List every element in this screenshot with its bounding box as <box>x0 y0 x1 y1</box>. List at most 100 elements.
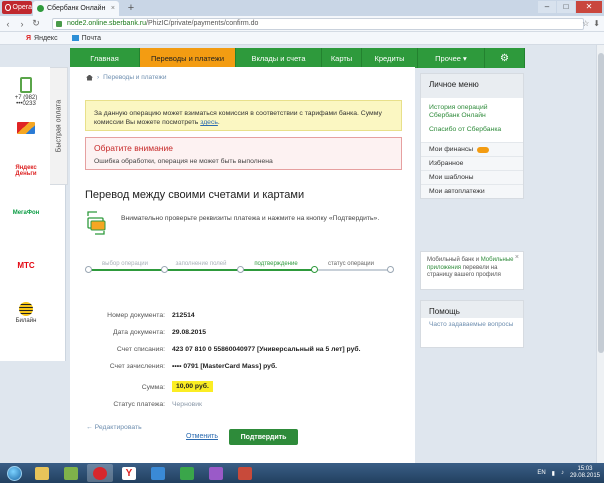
progress-steps: выбор операции заполнение полей подтверж… <box>85 261 395 281</box>
tab-close-icon[interactable]: × <box>111 5 115 12</box>
start-button[interactable] <box>2 464 26 482</box>
personal-menu-link[interactable]: Спасибо от Сбербанка <box>421 123 523 142</box>
windows-taskbar: Y EN ▮ ♪ 15:03 29.08.2015 <box>0 463 604 483</box>
url-path: /PhizIC/private/payments/confirm.do <box>146 20 259 27</box>
step-label: заполнение полей <box>175 261 227 267</box>
faq-link[interactable]: Часто задаваемые вопросы <box>421 318 523 332</box>
confirm-button[interactable]: Подтвердить <box>229 429 298 445</box>
minimize-button[interactable]: – <box>538 1 556 13</box>
personal-menu-item-label: Мои шаблоны <box>429 174 474 181</box>
yandex-money-label: Яндекс Деньги <box>15 165 37 177</box>
fast-pay-megafon[interactable]: МегаФон <box>6 210 46 216</box>
commission-notice: За данную операцию может взиматься комис… <box>85 100 402 131</box>
phone-icon <box>20 77 32 93</box>
nav-item-cards[interactable]: Карты <box>322 48 362 68</box>
address-field[interactable]: node2.online.sberbank.ru/PhizIC/private/… <box>52 18 584 30</box>
cancel-button[interactable]: Отменить <box>186 433 218 440</box>
volume-icon[interactable]: ♪ <box>561 470 564 476</box>
new-badge-icon <box>477 146 490 153</box>
instructions-text: Внимательно проверьте реквизиты платежа … <box>121 215 380 222</box>
mts-label: МТС <box>17 261 35 270</box>
tab-title: Сбербанк Онлайн <box>47 5 106 12</box>
bookmark-mail[interactable]: Почта <box>71 35 101 42</box>
fast-pay-tab[interactable]: Быстрая оплата <box>50 67 68 185</box>
main-content: › Переводы и платежи За данную операцию … <box>70 67 415 463</box>
nav-item-credits[interactable]: Кредиты <box>362 48 418 68</box>
secure-lock-icon <box>56 21 62 27</box>
opera-menu-button[interactable]: Opera <box>2 1 32 14</box>
personal-menu-item[interactable]: Мои автоплатежи <box>421 184 523 198</box>
address-bar-row: ‹ › ↻ node2.online.sberbank.ru/PhizIC/pr… <box>0 16 604 32</box>
personal-menu-link[interactable]: История операций Сбербанк Онлайн <box>421 98 523 123</box>
maximize-button[interactable]: □ <box>557 1 575 13</box>
breadcrumb-separator: › <box>97 74 100 81</box>
nav-item-transfers[interactable]: Переводы и платежи <box>140 48 236 68</box>
personal-menu-title: Личное меню <box>421 74 523 98</box>
address-bar-icons: ☆ ⬇ <box>582 19 600 28</box>
bookmarks-bar: Я Яндекс Почта <box>0 32 604 45</box>
folder-icon <box>35 466 49 480</box>
scrollbar-thumb[interactable] <box>598 53 604 353</box>
mail-icon <box>71 35 79 41</box>
url-domain: node2.online.sberbank.ru <box>67 20 147 27</box>
fast-pay-phone[interactable]: +7 (982) •••0233 <box>6 77 46 107</box>
gear-icon: ⚙ <box>500 52 509 64</box>
promo-close-icon[interactable]: × <box>515 254 519 262</box>
step-dot <box>387 266 394 273</box>
taskbar-opera[interactable] <box>87 464 113 482</box>
close-window-button[interactable]: ✕ <box>576 1 602 13</box>
promo-pre: Мобильный банк <box>427 257 475 263</box>
language-indicator[interactable]: EN <box>537 470 545 476</box>
taskbar-photos[interactable] <box>58 464 84 482</box>
fast-pay-cards[interactable] <box>6 122 46 134</box>
network-icon[interactable]: ▮ <box>552 470 555 477</box>
taskbar-app-green[interactable] <box>174 464 200 482</box>
nav-item-main[interactable]: Главная <box>70 48 140 68</box>
browser-titlebar: Opera Сбербанк Онлайн × + – □ ✕ <box>0 0 604 16</box>
taskbar-explorer[interactable] <box>29 464 55 482</box>
breadcrumb-link[interactable]: Переводы и платежи <box>103 74 166 81</box>
home-icon[interactable] <box>86 74 93 81</box>
right-sidebar: Личное меню История операций Сбербанк Он… <box>420 73 524 348</box>
page-viewport: +7 (982) •••0233 Яндекс Деньги МегаФон М… <box>0 45 604 463</box>
yandex-browser-icon: Y <box>122 466 136 480</box>
forward-icon[interactable]: › <box>18 19 26 29</box>
download-icon[interactable]: ⬇ <box>593 19 600 28</box>
main-navigation: Главная Переводы и платежи Вклады и счет… <box>70 48 525 68</box>
nav-item-other[interactable]: Прочее ▾ <box>418 48 485 68</box>
taskbar-app-red[interactable] <box>232 464 258 482</box>
bookmark-star-icon[interactable]: ☆ <box>582 19 589 28</box>
personal-menu-item[interactable]: Избранное <box>421 156 523 170</box>
commission-link[interactable]: здесь <box>200 119 218 126</box>
new-tab-button[interactable]: + <box>125 2 137 14</box>
personal-menu-item[interactable]: Мои шаблоны <box>421 170 523 184</box>
detail-key: Дата документа: <box>113 329 165 336</box>
nav-item-deposits[interactable]: Вклады и счета <box>236 48 322 68</box>
fast-pay-mts[interactable]: МТС <box>6 261 46 270</box>
page-scrollbar[interactable] <box>596 45 604 463</box>
windows-logo-icon <box>6 465 22 481</box>
reload-icon[interactable]: ↻ <box>32 18 40 29</box>
fast-pay-yandex-money[interactable]: Яндекс Деньги <box>6 165 46 177</box>
app-icon <box>180 466 194 480</box>
clock[interactable]: 15:03 29.08.2015 <box>570 466 600 480</box>
error-message-box: Обратите внимание Ошибка обработки, опер… <box>85 137 402 170</box>
sberbank-favicon-icon <box>37 5 44 12</box>
fast-pay-beeline[interactable]: Билайн <box>6 302 46 324</box>
system-tray: EN ▮ ♪ 15:03 29.08.2015 <box>537 466 604 480</box>
personal-menu-item[interactable]: Мои финансы <box>421 142 523 156</box>
beeline-label: Билайн <box>15 318 37 324</box>
taskbar-app-purple[interactable] <box>203 464 229 482</box>
window-controls: – □ ✕ <box>538 1 602 13</box>
step-dot <box>237 266 244 273</box>
nav-settings-button[interactable]: ⚙ <box>485 48 525 68</box>
taskbar-app-blue[interactable] <box>145 464 171 482</box>
taskbar-yandex[interactable]: Y <box>116 464 142 482</box>
page-title: Перевод между своими счетами и картами <box>85 189 305 201</box>
clock-date: 29.08.2015 <box>569 473 600 479</box>
bookmark-yandex[interactable]: Я Яндекс <box>26 35 58 42</box>
back-icon[interactable]: ‹ <box>4 19 12 29</box>
edit-link[interactable]: ← Редактировать <box>86 424 142 431</box>
bookmark-label: Яндекс <box>34 34 58 42</box>
browser-tab[interactable]: Сбербанк Онлайн × <box>33 1 119 16</box>
